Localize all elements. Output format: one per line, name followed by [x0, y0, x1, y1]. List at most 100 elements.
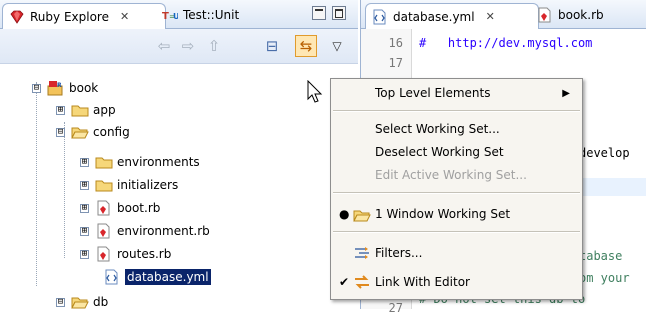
folder-icon: [71, 105, 89, 117]
tab-ruby-explorer[interactable]: Ruby Explore ✕: [2, 3, 166, 29]
yaml-file-icon: [105, 269, 118, 285]
tree-item-boot-rb[interactable]: ⊞ boot.rb: [80, 198, 160, 218]
test-unit-icon: T = U: [162, 11, 178, 22]
menu-separator: [333, 110, 580, 112]
menu-item-link-with-editor[interactable]: ✔ Link With Editor: [331, 271, 582, 293]
working-set-icon: [353, 210, 371, 222]
expand-toggle[interactable]: ⊞: [80, 249, 89, 259]
menu-item-label: Link With Editor: [375, 275, 470, 289]
menu-item-filters[interactable]: Filters...: [331, 242, 582, 264]
menu-item-label: Filters...: [375, 246, 423, 260]
project-tree: ⊟ R book ⊞ app ⊟ config ⊞ environments ⊞…: [0, 68, 358, 309]
expand-toggle[interactable]: ⊞: [80, 226, 89, 236]
back-icon[interactable]: ⇦: [153, 35, 175, 57]
folder-icon: [95, 180, 113, 192]
tree-item-label: database.yml: [124, 268, 212, 286]
close-icon[interactable]: ✕: [486, 10, 495, 23]
menu-item-label: Edit Active Working Set...: [375, 168, 527, 182]
expand-toggle[interactable]: ⊞: [80, 157, 89, 167]
svg-text:U: U: [173, 12, 178, 21]
code-line[interactable]: # http://dev.mysql.com: [419, 36, 592, 50]
forward-icon[interactable]: ⇨: [177, 35, 199, 57]
tree-item-environment-rb[interactable]: ⊞ environment.rb: [80, 221, 210, 241]
tree-item-label: initializers: [117, 178, 179, 192]
tree-item-label: app: [93, 103, 116, 117]
radio-selected-icon: ●: [339, 207, 350, 221]
tree-item-label: book: [69, 81, 99, 95]
svg-text:T: T: [162, 11, 169, 22]
ruby-file-icon: [97, 223, 110, 239]
tree-item-config[interactable]: ⊟ config: [56, 122, 130, 142]
menu-item-select-working-set[interactable]: Select Working Set...: [331, 118, 582, 140]
tree-item-db[interactable]: ⊟ db: [56, 292, 108, 312]
close-icon[interactable]: ✕: [120, 10, 129, 23]
tab-test-unit[interactable]: T = U Test::Unit: [156, 3, 245, 27]
menu-item-window-working-set[interactable]: ● 1 Window Working Set: [331, 203, 582, 225]
checkmark-icon: ✔: [339, 275, 350, 289]
tree-item-label: config: [93, 125, 130, 139]
svg-text:R: R: [57, 82, 62, 89]
mouse-pointer-icon: [307, 80, 323, 103]
up-icon[interactable]: ⇧: [203, 35, 225, 57]
tree-item-label: boot.rb: [117, 201, 161, 215]
tree-item-initializers[interactable]: ⊞ initializers: [80, 175, 178, 195]
tree-item-label: environments: [117, 155, 200, 169]
tab-database-yml[interactable]: database.yml ✕: [365, 3, 539, 29]
ruby-project-icon: R: [47, 81, 63, 96]
yaml-file-icon: [373, 9, 386, 24]
maximize-button[interactable]: [332, 6, 346, 20]
ruby-gem-icon: [10, 10, 24, 24]
tree-item-app[interactable]: ⊞ app: [56, 100, 116, 120]
expand-toggle[interactable]: ⊞: [80, 180, 89, 190]
tree-item-label: db: [93, 295, 109, 309]
minimize-button[interactable]: [312, 6, 326, 20]
tab-book-rb[interactable]: book.rb: [531, 3, 610, 27]
menu-item-deselect-working-set[interactable]: Deselect Working Set: [331, 141, 582, 163]
tab-database-yml-label: database.yml: [393, 9, 475, 24]
link-with-editor-icon: [355, 275, 369, 289]
tab-ruby-explorer-label: Ruby Explore: [30, 9, 109, 24]
collapse-toggle[interactable]: ⊟: [56, 297, 65, 307]
line-number: 16: [388, 36, 403, 50]
expand-toggle[interactable]: ⊞: [80, 203, 89, 213]
tree-item-database-yml[interactable]: database.yml: [103, 267, 212, 287]
menu-separator: [333, 192, 580, 194]
code-line[interactable]: om your: [579, 271, 630, 285]
menu-item-label: Top Level Elements: [375, 86, 491, 100]
ruby-file-icon: [538, 7, 551, 23]
ruby-file-icon: [97, 246, 110, 262]
folder-open-icon: [71, 127, 89, 139]
code-line[interactable]: develop: [579, 146, 630, 160]
code-line[interactable]: tabase: [579, 249, 622, 263]
menu-separator: [333, 231, 580, 233]
collapse-toggle[interactable]: ⊟: [32, 83, 41, 93]
expand-toggle[interactable]: ⊞: [56, 105, 65, 115]
link-with-editor-icon[interactable]: ⇆: [295, 35, 317, 57]
tree-item-label: routes.rb: [117, 247, 172, 261]
ruby-file-icon: [97, 200, 110, 216]
view-menu-dropdown: Top Level Elements ▶ Select Working Set.…: [330, 78, 583, 300]
filter-icon: [355, 247, 369, 259]
editor-tab-bar: database.yml ✕ book.rb: [361, 0, 646, 29]
tree-item-routes-rb[interactable]: ⊞ routes.rb: [80, 244, 171, 264]
menu-item-edit-active-working-set: Edit Active Working Set...: [331, 164, 582, 186]
collapse-toggle[interactable]: ⊟: [56, 127, 65, 137]
tree-item-book[interactable]: ⊟ R book: [32, 78, 98, 98]
menu-item-label: Select Working Set...: [375, 122, 500, 136]
menu-item-top-level-elements[interactable]: Top Level Elements ▶: [331, 82, 582, 104]
ruby-explorer-view: Ruby Explore ✕ T = U Test::Unit ⇦ ⇨ ⇧ ⊟ …: [0, 0, 358, 309]
collapse-all-icon[interactable]: ⊟: [261, 35, 283, 57]
view-toolbar: ⇦ ⇨ ⇧ ⊟ ⇆ ▽: [0, 29, 358, 64]
folder-open-icon: [71, 297, 89, 309]
menu-item-label: 1 Window Working Set: [375, 207, 511, 221]
tab-test-unit-label: Test::Unit: [183, 8, 240, 22]
tree-item-label: environment.rb: [117, 224, 210, 238]
line-number: 27: [388, 301, 403, 315]
view-tab-bar: Ruby Explore ✕ T = U Test::Unit: [0, 0, 358, 29]
tab-book-rb-label: book.rb: [558, 8, 604, 22]
menu-item-label: Deselect Working Set: [375, 145, 504, 159]
tree-item-environments[interactable]: ⊞ environments: [80, 152, 200, 172]
line-number: 17: [388, 56, 403, 70]
view-menu-icon[interactable]: ▽: [326, 35, 348, 57]
folder-icon: [95, 157, 113, 169]
